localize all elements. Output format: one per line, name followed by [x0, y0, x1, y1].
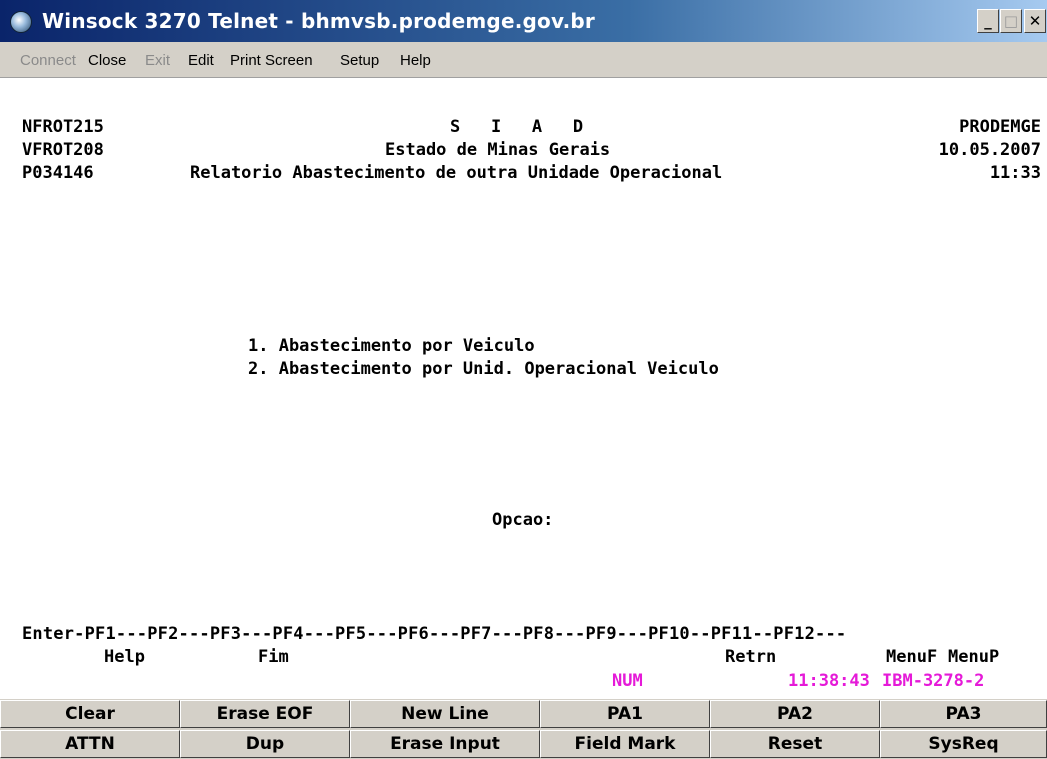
erase-eof-key[interactable]: Erase EOF [180, 700, 350, 728]
menu-bar: Connect Close Exit Edit Print Screen Set… [0, 42, 1047, 78]
field-mark-key[interactable]: Field Mark [540, 730, 710, 758]
option-prompt: Opcao: [492, 510, 554, 530]
menu-connect[interactable]: Connect [20, 52, 76, 69]
system-name: S I A D [450, 117, 584, 137]
pf11-label: MenuF [886, 647, 938, 667]
program-id-3: P034146 [22, 163, 94, 183]
pf12-label: MenuP [948, 647, 1000, 667]
terminal-screen[interactable]: NFROT215 VFROT208 P034146 S I A D Estado… [0, 78, 1047, 699]
pa3-key[interactable]: PA3 [880, 700, 1047, 728]
status-clock: 11:38:43 [788, 671, 870, 691]
pf-key-line: Enter-PF1---PF2---PF3---PF4---PF5---PF6-… [22, 624, 847, 644]
erase-input-key[interactable]: Erase Input [350, 730, 540, 758]
num-lock-indicator: NUM [612, 671, 643, 691]
new-line-key[interactable]: New Line [350, 700, 540, 728]
keypad: Clear Erase EOF New Line PA1 PA2 PA3 ATT… [0, 699, 1047, 759]
program-id-1: NFROT215 [22, 117, 104, 137]
pf1-label: Help [104, 647, 145, 667]
option-2: 2. Abastecimento por Unid. Operacional V… [248, 359, 719, 379]
option-1: 1. Abastecimento por Veiculo [248, 336, 535, 356]
pf3-label: Fim [258, 647, 289, 667]
terminal-model: IBM-3278-2 [882, 671, 985, 691]
program-id-2: VFROT208 [22, 140, 104, 160]
title-bar: Winsock 3270 Telnet - bhmvsb.prodemge.go… [0, 0, 1047, 42]
sysreq-key[interactable]: SysReq [880, 730, 1047, 758]
pa2-key[interactable]: PA2 [710, 700, 880, 728]
pa1-key[interactable]: PA1 [540, 700, 710, 728]
minimize-button[interactable]: _ [977, 9, 999, 33]
close-button[interactable]: ✕ [1024, 9, 1046, 33]
menu-print-screen[interactable]: Print Screen [230, 52, 313, 69]
clear-key[interactable]: Clear [0, 700, 180, 728]
state-name: Estado de Minas Gerais [385, 140, 611, 160]
maximize-button[interactable]: □ [1000, 9, 1022, 33]
screen-date: 10.05.2007 [938, 140, 1041, 160]
menu-setup[interactable]: Setup [340, 52, 379, 69]
reset-key[interactable]: Reset [710, 730, 880, 758]
report-title: Relatorio Abastecimento de outra Unidade… [190, 163, 723, 183]
menu-exit[interactable]: Exit [145, 52, 170, 69]
pf9-label: Retrn [725, 647, 777, 667]
app-globe-icon[interactable] [10, 11, 32, 33]
org-name: PRODEMGE [959, 117, 1041, 137]
menu-edit[interactable]: Edit [188, 52, 214, 69]
dup-key[interactable]: Dup [180, 730, 350, 758]
window-title: Winsock 3270 Telnet - bhmvsb.prodemge.go… [42, 9, 595, 33]
menu-close[interactable]: Close [88, 52, 126, 69]
menu-help[interactable]: Help [400, 52, 431, 69]
option-input[interactable] [576, 510, 606, 530]
screen-time: 11:33 [989, 163, 1041, 183]
attn-key[interactable]: ATTN [0, 730, 180, 758]
